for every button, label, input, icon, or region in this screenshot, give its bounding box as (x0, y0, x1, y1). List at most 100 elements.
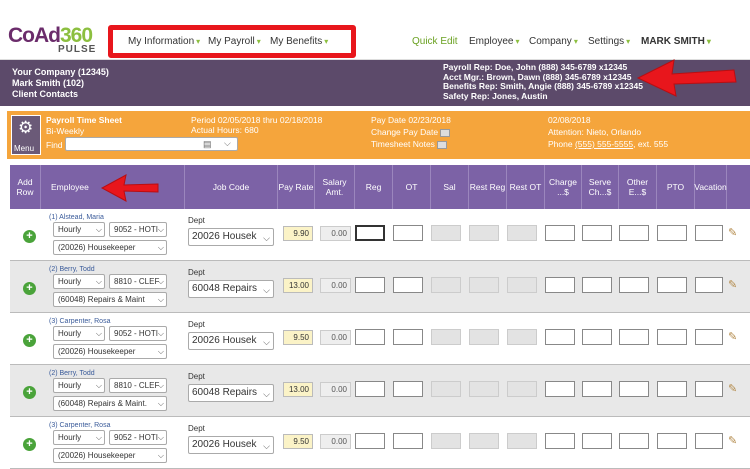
chevron-down-icon: ▾ (706, 37, 711, 46)
serve-charge-hours-input[interactable] (582, 381, 612, 397)
chevron-down-icon: ⌵ (263, 337, 270, 347)
reg-hours-input[interactable] (355, 433, 385, 449)
salary-amount-field: 0.00 (320, 330, 351, 345)
col-charge: Charge ...$ (545, 165, 582, 209)
add-row-button[interactable]: + (23, 438, 36, 451)
charge-hours-input[interactable] (545, 433, 575, 449)
nav-my-information[interactable]: My Information ▾ (128, 36, 200, 47)
reg-hours-input[interactable] (355, 225, 385, 241)
pay-rate-input[interactable]: 9.50 (283, 330, 313, 345)
reg-hours-input[interactable] (355, 277, 385, 293)
edit-pencil-icon[interactable]: ✎ (728, 278, 737, 291)
col-job-code[interactable]: Job Code (185, 165, 278, 209)
charge-hours-input[interactable] (545, 329, 575, 345)
nav-my-payroll[interactable]: My Payroll ▾ (208, 36, 261, 47)
vacation-hours-input[interactable] (695, 329, 723, 345)
pay-rate-input[interactable]: 13.00 (283, 278, 313, 293)
other-earnings-hours-input[interactable] (619, 277, 649, 293)
add-row-button[interactable]: + (23, 386, 36, 399)
pay-type-select[interactable]: Hourly ⌵ (53, 326, 105, 341)
vacation-hours-input[interactable] (695, 381, 723, 397)
find-employee-select[interactable]: ▤ ⌵ (65, 137, 238, 151)
pay-rate-input[interactable]: 9.90 (283, 226, 313, 241)
employee-name-link[interactable]: (2) Berry, Todd (49, 266, 95, 273)
other-earnings-hours-input[interactable] (619, 329, 649, 345)
employee-name-link[interactable]: (3) Carpenter, Rosa (49, 318, 110, 325)
employee-name-link[interactable]: (3) Carpenter, Rosa (49, 422, 110, 429)
pto-hours-input[interactable] (657, 225, 687, 241)
job-title-select[interactable]: (20026) Housekeeper ⌵ (53, 240, 167, 255)
edit-pencil-icon[interactable]: ✎ (728, 330, 737, 343)
serve-charge-hours-input[interactable] (582, 225, 612, 241)
reg-hours-input[interactable] (355, 381, 385, 397)
work-comp-code-select[interactable]: 8810 - CLEF ⌵ (109, 378, 167, 393)
other-earnings-hours-input[interactable] (619, 433, 649, 449)
vacation-hours-input[interactable] (695, 277, 723, 293)
pay-type-select[interactable]: Hourly ⌵ (53, 274, 105, 289)
edit-pencil-icon[interactable]: ✎ (728, 382, 737, 395)
chevron-down-icon: ▾ (256, 37, 261, 46)
pay-type-select[interactable]: Hourly ⌵ (53, 222, 105, 237)
nav-employee[interactable]: Employee ▾ (469, 36, 519, 47)
job-title-select[interactable]: (60048) Repairs & Maint ⌵ (53, 292, 167, 307)
ot-hours-input[interactable] (393, 381, 423, 397)
add-row-button[interactable]: + (23, 282, 36, 295)
nav-company[interactable]: Company ▾ (529, 36, 578, 47)
top-navigation: CoAd360 PULSE My Information ▾ My Payroll… (0, 0, 750, 60)
employee-name-link[interactable]: (2) Berry, Todd (49, 370, 95, 377)
ot-hours-input[interactable] (393, 433, 423, 449)
serve-charge-hours-input[interactable] (582, 329, 612, 345)
add-row-button[interactable]: + (23, 230, 36, 243)
rest-reg-hours-input (469, 329, 499, 345)
edit-pencil-icon[interactable]: ✎ (728, 434, 737, 447)
quick-edit-link[interactable]: Quick Edit (412, 36, 458, 47)
client-contacts-link[interactable]: Client Contacts (12, 89, 109, 100)
ot-hours-input[interactable] (393, 277, 423, 293)
charge-hours-input[interactable] (545, 225, 575, 241)
dept-label: Dept (188, 268, 205, 277)
nav-my-benefits[interactable]: My Benefits ▾ (270, 36, 328, 47)
work-comp-code-select[interactable]: 8810 - CLEF ⌵ (109, 274, 167, 289)
other-earnings-hours-input[interactable] (619, 381, 649, 397)
department-select[interactable]: 20026 Housek ⌵ (188, 332, 274, 350)
pto-hours-input[interactable] (657, 329, 687, 345)
pto-hours-input[interactable] (657, 433, 687, 449)
add-row-button[interactable]: + (23, 334, 36, 347)
chevron-down-icon: ▾ (515, 37, 520, 46)
department-select[interactable]: 60048 Repairs ⌵ (188, 280, 274, 298)
pay-type-select[interactable]: Hourly ⌵ (53, 430, 105, 445)
timesheet-notes-link[interactable]: Timesheet Notes (371, 139, 447, 150)
pto-hours-input[interactable] (657, 277, 687, 293)
serve-charge-hours-input[interactable] (582, 433, 612, 449)
work-comp-code-select[interactable]: 9052 - HOTI ⌵ (109, 222, 167, 237)
job-title-select[interactable]: (20026) Housekeeper ⌵ (53, 344, 167, 359)
rest-ot-hours-input (507, 329, 537, 345)
edit-pencil-icon[interactable]: ✎ (728, 226, 737, 239)
serve-charge-hours-input[interactable] (582, 277, 612, 293)
change-pay-date-link[interactable]: Change Pay Date (371, 127, 451, 138)
department-select[interactable]: 20026 Housek ⌵ (188, 228, 274, 246)
user-menu[interactable]: MARK SMITH ▾ (641, 36, 711, 47)
other-earnings-hours-input[interactable] (619, 225, 649, 241)
ot-hours-input[interactable] (393, 225, 423, 241)
pay-type-select[interactable]: Hourly ⌵ (53, 378, 105, 393)
charge-hours-input[interactable] (545, 381, 575, 397)
department-select[interactable]: 60048 Repairs ⌵ (188, 384, 274, 402)
reg-hours-input[interactable] (355, 329, 385, 345)
pay-rate-input[interactable]: 9.50 (283, 434, 313, 449)
employee-name-link[interactable]: (1) Alstead, Maria (49, 214, 104, 221)
job-title-select[interactable]: (60048) Repairs & Maint. ⌵ (53, 396, 167, 411)
ot-hours-input[interactable] (393, 329, 423, 345)
phone-link[interactable]: (555) 555-5555 (575, 139, 633, 149)
pay-rate-input[interactable]: 13.00 (283, 382, 313, 397)
work-comp-code-select[interactable]: 9052 - HOTI ⌵ (109, 326, 167, 341)
vacation-hours-input[interactable] (695, 433, 723, 449)
menu-button[interactable]: ⚙ Menu (11, 115, 41, 155)
pto-hours-input[interactable] (657, 381, 687, 397)
vacation-hours-input[interactable] (695, 225, 723, 241)
job-title-select[interactable]: (20026) Housekeeper ⌵ (53, 448, 167, 463)
nav-settings[interactable]: Settings ▾ (588, 36, 630, 47)
work-comp-code-select[interactable]: 9052 - HOTI ⌵ (109, 430, 167, 445)
department-select[interactable]: 20026 Housek ⌵ (188, 436, 274, 454)
charge-hours-input[interactable] (545, 277, 575, 293)
